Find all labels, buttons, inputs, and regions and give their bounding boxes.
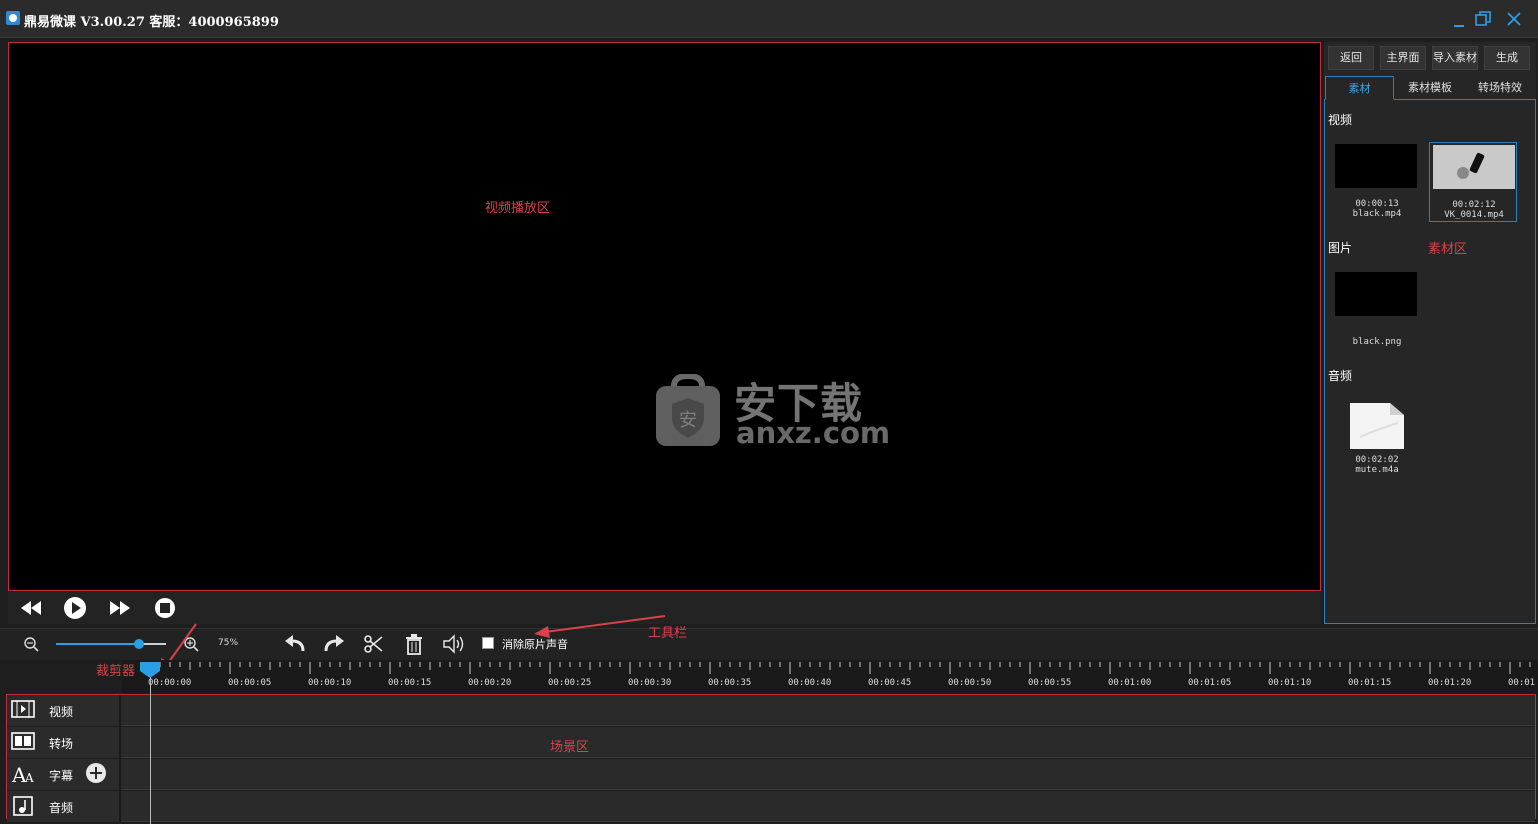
text-icon: AA [11,763,34,785]
close-icon[interactable] [1503,8,1525,30]
asset-item-video[interactable]: 00:00:13 black.mp4 [1332,142,1422,222]
asset-filename: black.mp4 [1352,209,1402,219]
ruler-tick-label: 00:00:00 [148,678,192,688]
asset-item-audio[interactable]: 00:02:02 mute.m4a [1332,400,1422,478]
ruler-tick-label: 00:00:15 [388,678,432,688]
tab-asset-templates[interactable]: 素材模板 [1396,76,1464,100]
track-header-audio: 音频 [7,791,121,822]
asset-item-video-selected[interactable]: 00:02:12 VK_0014.mp4 [1429,142,1517,222]
track-row-video[interactable] [7,695,1535,726]
film-icon [11,700,35,718]
track-label: 视频 [49,705,74,719]
music-icon [13,796,33,816]
ruler-tick-label: 00:01:15 [1348,678,1392,688]
window-title: 鼎易微课 V3.00.27 客服：4000965899 [24,15,279,30]
scene-area-annotation: 场景区 [550,740,590,755]
svg-text:安: 安 [679,410,697,431]
ruler-tick-label: 00:00:10 [308,678,352,688]
watermark: 安 安下载 anxz.com [652,368,890,454]
section-video-title: 视频 [1328,113,1353,127]
ruler-tick-label: 00:01 [1508,678,1536,688]
ruler-tick-label: 00:00:45 [868,678,912,688]
cutter-handle[interactable] [140,662,160,678]
ruler-tick-label: 00:00:30 [628,678,672,688]
asset-duration: 00:02:12 [1452,200,1496,210]
ruler-tick-label: 00:00:50 [948,678,992,688]
ruler-tick-label: 00:00:25 [548,678,592,688]
asset-item-image[interactable]: black.png [1332,270,1422,350]
asset-duration: 00:02:02 [1355,455,1399,465]
app-logo-icon [6,11,20,25]
ruler-tick-label: 00:01:00 [1108,678,1152,688]
minimize-icon[interactable] [1448,8,1470,30]
cutter-annotation: 裁剪器 [96,664,136,679]
asset-duration: 00:00:13 [1355,199,1399,209]
ruler-tick-label: 00:01:20 [1428,678,1472,688]
preview-annotation: 视频播放区 [485,201,551,216]
track-row-subtitle[interactable] [7,759,1535,790]
track-header-video: 视频 [7,695,121,726]
watermark-shield-icon: 安 [656,374,720,446]
image-thumbnail [1335,272,1417,316]
home-button[interactable]: 主界面 [1380,46,1426,70]
tab-assets[interactable]: 素材 [1325,76,1394,100]
timeline-ruler[interactable] [122,660,1538,694]
asset-filename: black.png [1352,337,1402,347]
track-label: 转场 [49,737,74,751]
playhead-line [150,676,151,824]
video-preview-area[interactable] [8,42,1321,591]
import-asset-button[interactable]: 导入素材 [1432,46,1478,70]
ruler-tick-label: 00:00:05 [228,678,272,688]
ruler-tick-label: 00:01:05 [1188,678,1232,688]
asset-filename: mute.m4a [1355,465,1399,475]
add-subtitle-button[interactable] [86,763,106,783]
track-label: 音频 [49,801,74,815]
video-thumbnail [1335,144,1417,188]
ruler-tick-label: 00:00:20 [468,678,512,688]
track-label: 字幕 [49,769,74,783]
svg-text:A: A [24,771,34,785]
generate-button[interactable]: 生成 [1484,46,1530,70]
section-audio-title: 音频 [1328,369,1353,383]
track-row-audio[interactable] [7,791,1535,822]
ruler-tick-label: 00:00:35 [708,678,752,688]
tab-transitions[interactable]: 转场特效 [1466,76,1534,100]
watermark-text-en: anxz.com [736,416,891,450]
back-button[interactable]: 返回 [1328,46,1374,70]
transition-icon [11,732,35,750]
ruler-tick-label: 00:01:10 [1268,678,1312,688]
asset-area-annotation: 素材区 [1428,242,1468,257]
track-row-transition[interactable] [7,727,1535,758]
section-image-title: 图片 [1328,241,1353,255]
restore-icon[interactable] [1472,8,1494,30]
ruler-tick-label: 00:00:40 [788,678,832,688]
audio-file-icon [1350,403,1404,449]
asset-filename: VK_0014.mp4 [1444,210,1504,220]
ruler-tick-label: 00:00:55 [1028,678,1072,688]
ruler-ticks [149,662,1531,674]
track-header-transition: 转场 [7,727,121,758]
video-thumbnail [1433,145,1515,189]
